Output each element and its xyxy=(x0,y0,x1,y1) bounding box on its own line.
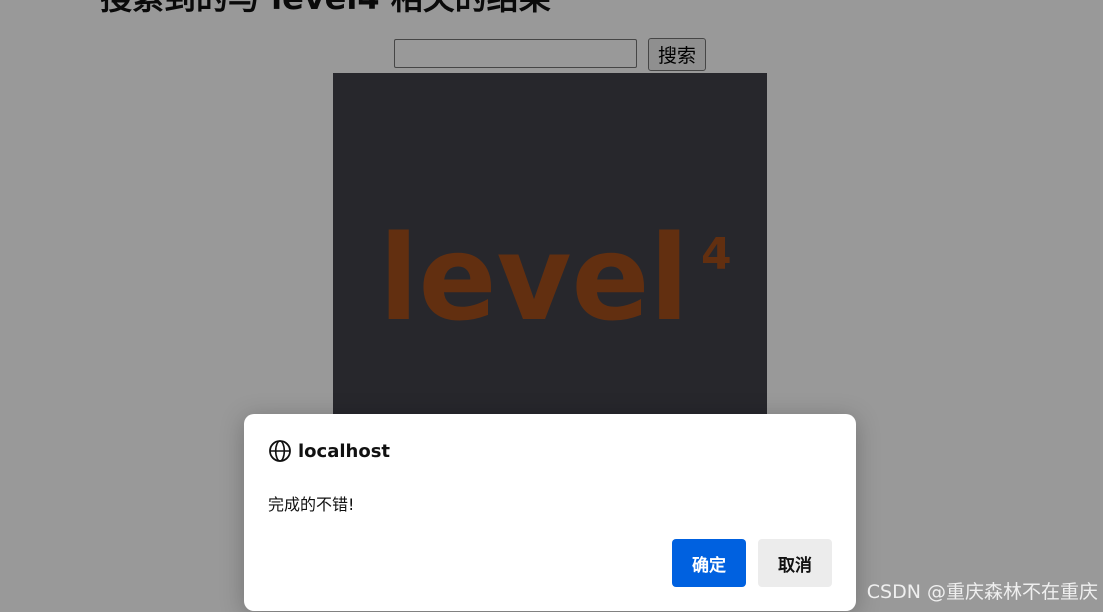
watermark: CSDN @重庆森林不在重庆 xyxy=(866,581,1098,603)
cancel-button[interactable]: 取消 xyxy=(758,539,832,587)
globe-icon xyxy=(269,440,291,462)
alert-dialog: localhost 完成的不错! 确定 取消 xyxy=(244,414,856,611)
ok-button[interactable]: 确定 xyxy=(672,539,746,587)
dialog-header: localhost xyxy=(268,438,390,464)
dialog-message: 完成的不错! xyxy=(268,495,355,514)
dialog-origin: localhost xyxy=(298,440,391,462)
